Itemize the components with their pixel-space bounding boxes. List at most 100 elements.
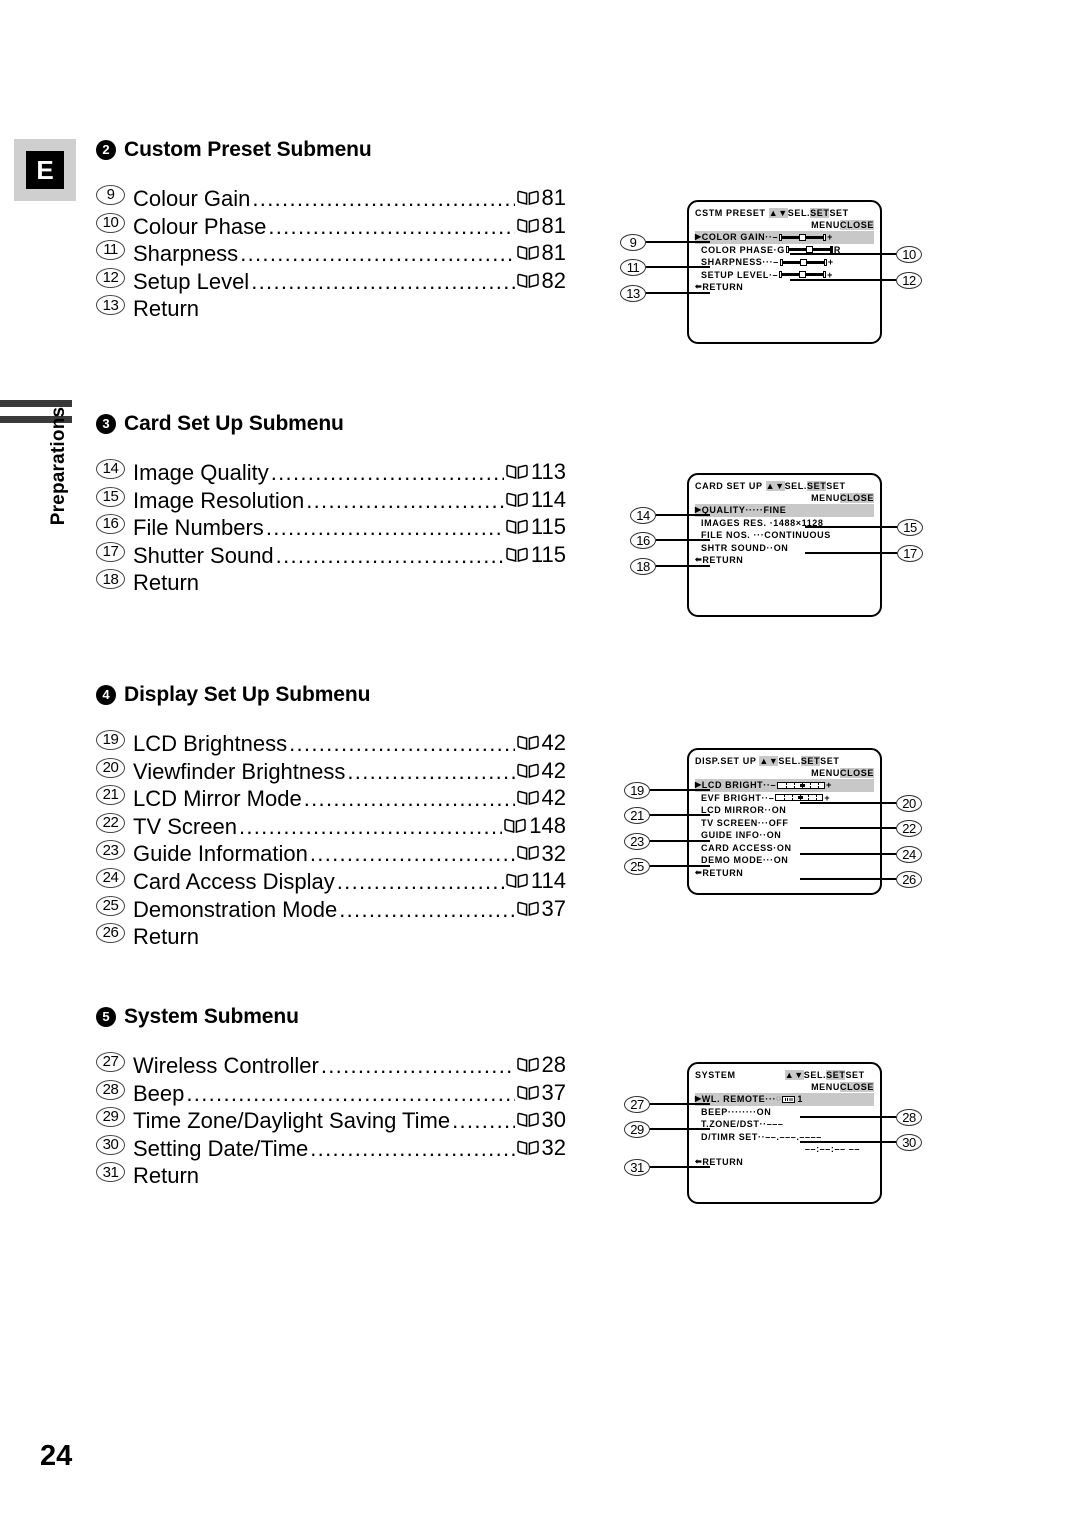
callout-number: 28 [896, 1108, 922, 1126]
section-bullet: 3 [96, 414, 116, 434]
section-heading: 3 Card Set Up Submenu [96, 412, 566, 436]
section-title: Display Set Up Submenu [124, 683, 371, 706]
callout-number: 27 [624, 1095, 650, 1113]
page-ref-number: 42 [541, 785, 566, 811]
item-label: LCD Brightness [133, 731, 288, 756]
item-number: 24 [96, 867, 130, 889]
item-page-ref: 37 [516, 1080, 566, 1106]
item-number: 25 [96, 895, 130, 917]
book-icon [516, 1085, 539, 1100]
callout-number: 10 [896, 245, 922, 263]
section-bullet: 2 [96, 140, 116, 160]
row-label: T.ZONE/DST··––– [701, 1119, 784, 1129]
book-icon [516, 790, 539, 806]
book-icon [506, 464, 528, 479]
item-page-ref: 42 [516, 785, 566, 811]
callout-9: 9 [620, 233, 710, 251]
list-item: 31 Return [96, 1161, 566, 1189]
callout-21: 21 [624, 806, 710, 824]
callout-number: 16 [630, 531, 656, 549]
page-ref-number: 114 [530, 486, 566, 512]
list-item: 29 Time Zone/Daylight Saving Time ......… [96, 1106, 566, 1134]
item-label: Setting Date/Time [133, 1135, 309, 1161]
section-bullet: 4 [96, 685, 116, 705]
slider-color-gain[interactable] [779, 233, 827, 242]
item-label: Card Access Display [133, 868, 335, 894]
lcd-menu-row-color-gain[interactable]: ▶ COLOR GAIN··– + [695, 231, 874, 244]
hint-set: SET [800, 756, 821, 766]
book-icon [516, 1112, 539, 1128]
callout-15: 15 [805, 518, 923, 536]
callout-number: 17 [897, 544, 923, 562]
item-page-ref: 32 [516, 1135, 566, 1161]
leader-dots: ........................................… [240, 241, 515, 267]
callout-number: 13 [620, 284, 646, 302]
lcd-header-row2: MENUCLOSE [695, 767, 874, 779]
leader-dots: ........................................… [303, 786, 515, 812]
leader-dots: ........................................… [268, 213, 514, 239]
leader-dots: ........................................… [452, 1108, 514, 1134]
book-icon [516, 901, 539, 916]
lcd-header: SYSTEM ▲▼SEL.SETSET [695, 1069, 874, 1081]
callout-number: 23 [624, 832, 650, 850]
lcd-frame: SYSTEM ▲▼SEL.SETSET MENUCLOSE ▶ WL. REMOT… [687, 1062, 882, 1204]
toc-list: 14 Image Quality .......................… [96, 458, 566, 596]
row-label: TV SCREEN···OFF [701, 817, 789, 828]
item-number: 13 [96, 294, 130, 316]
leader-dots: ........................................… [320, 1053, 515, 1078]
item-number: 30 [96, 1134, 130, 1156]
row-label: SHTR SOUND··ON [701, 542, 789, 553]
section-system: 5 System Submenu 27 Wireless Controller … [96, 1005, 566, 1189]
item-number: 18 [96, 568, 130, 590]
lcd-title: CARD SET UP [695, 481, 763, 491]
hint-set-label: SET [826, 481, 846, 491]
item-label: Colour Phase [133, 213, 267, 239]
item-number: 16 [96, 513, 130, 535]
item-page-ref: 148 [504, 813, 566, 839]
lcd-menu-row-wl-remote[interactable]: ▶ WL. REMOTE··· ◌ 1 [695, 1093, 874, 1106]
item-label: Return [133, 924, 200, 950]
page-ref-number: 81 [541, 212, 566, 238]
leader-dots: ........................................… [310, 1135, 514, 1161]
callout-19: 19 [624, 781, 710, 799]
section-title: Card Set Up Submenu [124, 412, 344, 435]
book-icon [516, 763, 539, 778]
list-item: 30 Setting Date/Time ...................… [96, 1134, 566, 1162]
book-icon [516, 190, 539, 205]
item-label: Shutter Sound [133, 542, 274, 568]
item-page-ref: 114 [506, 487, 566, 513]
lcd-title: DISP.SET UP [695, 756, 757, 766]
lcd-menu-row-lcd-bright[interactable]: ▶ LCD BRIGHT··– + [695, 779, 874, 792]
lcd-header-row2: MENUCLOSE [695, 492, 874, 504]
callout-number: 15 [897, 518, 923, 536]
list-item: 10 Colour Phase ........................… [96, 212, 566, 240]
section-bullet: 5 [96, 1007, 116, 1027]
hint-close: CLOSE [839, 1082, 874, 1092]
slider-lcd-bright[interactable] [777, 781, 826, 789]
callout-25: 25 [624, 857, 710, 875]
leader-dots: ........................................… [336, 868, 504, 894]
row-label: EVF BRIGHT··– [701, 792, 775, 803]
list-item: 14 Image Quality .......................… [96, 458, 566, 486]
up-down-icon: ▲▼ [784, 1070, 804, 1080]
lcd-menu-row-quality[interactable]: ▶ QUALITY·····FINE [695, 504, 874, 517]
item-page-ref: 81 [516, 185, 566, 211]
item-page-ref: 37 [516, 896, 566, 922]
lcd-menu-row-return[interactable]: ⬅ RETURN [695, 1156, 874, 1169]
row-label: SETUP LEVEL·– [701, 269, 779, 280]
list-item: 26 Return [96, 922, 566, 950]
callout-23: 23 [624, 832, 710, 850]
page-ref-number: 82 [541, 267, 566, 293]
item-label: File Numbers [133, 515, 264, 541]
hint-sel: SEL. [784, 481, 807, 491]
list-item: 13 Return [96, 294, 566, 322]
item-page-ref: 81 [516, 240, 566, 266]
page-number: 24 [40, 1440, 73, 1472]
item-number: 14 [96, 458, 130, 480]
book-icon [516, 245, 539, 261]
lcd-header: DISP.SET UP ▲▼SEL.SETSET [695, 755, 874, 767]
item-number: 27 [96, 1051, 130, 1073]
callout-26: 26 [800, 870, 922, 888]
item-page-ref: 32 [516, 841, 566, 867]
hint-set: SET [806, 481, 827, 491]
